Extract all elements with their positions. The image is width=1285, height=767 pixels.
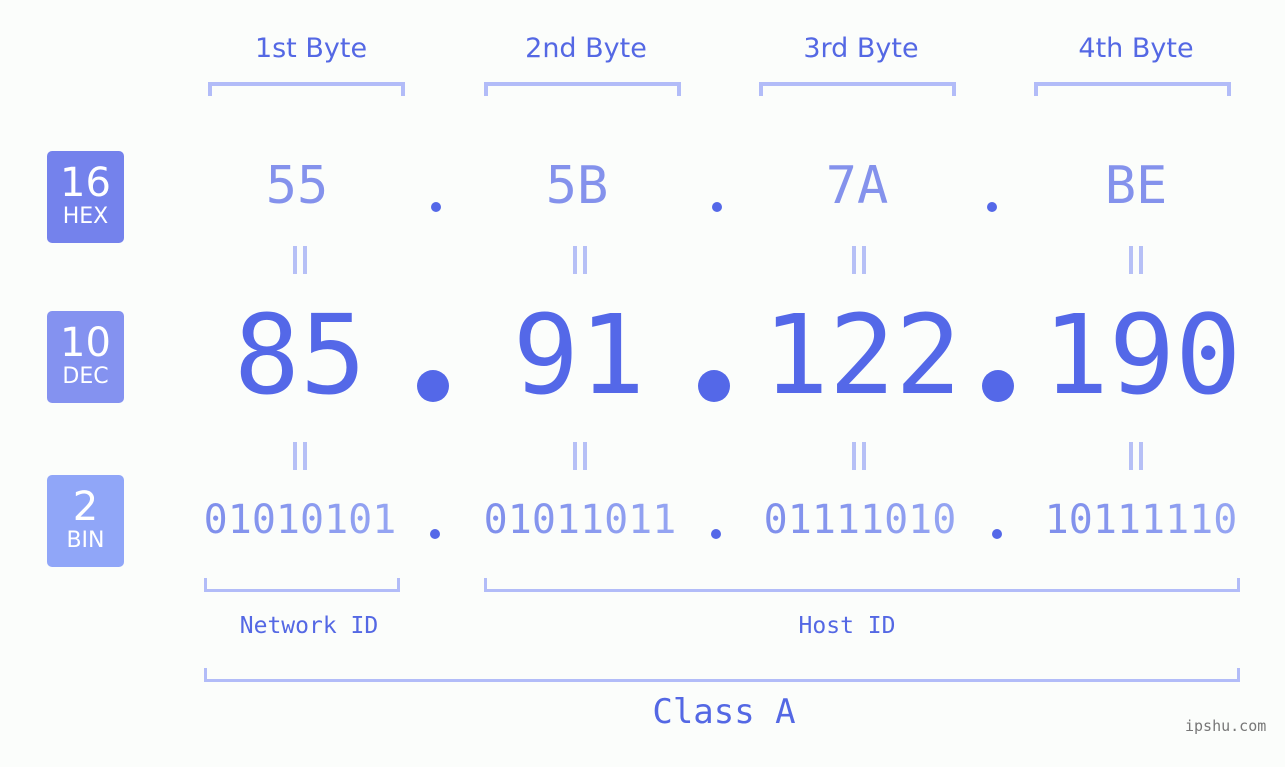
byte-bracket-2 <box>484 82 681 96</box>
bin-dot-3 <box>992 529 1002 539</box>
dec-octet-2: 91 <box>512 291 646 419</box>
class-bracket <box>204 668 1240 682</box>
hex-dot-3 <box>987 202 997 212</box>
bin-badge: 2 BIN <box>47 475 124 567</box>
dec-octet-3: 122 <box>762 291 962 419</box>
host-id-label: Host ID <box>798 613 896 639</box>
bin-badge-number: 2 <box>72 484 99 530</box>
byte-label-3: 3rd Byte <box>803 33 919 64</box>
equals-icon <box>849 246 869 274</box>
class-label: Class A <box>652 692 796 732</box>
equals-icon <box>849 442 869 470</box>
equals-icon <box>1126 246 1146 274</box>
equals-icon <box>290 246 310 274</box>
dec-badge-number: 10 <box>60 320 111 366</box>
equals-icon <box>290 442 310 470</box>
network-id-label: Network ID <box>239 613 379 639</box>
bin-octet-1: 01010101 <box>160 497 440 543</box>
hex-octet-4: BE <box>1104 156 1168 216</box>
equals-icon <box>570 442 590 470</box>
hex-badge-number: 16 <box>60 160 111 206</box>
hex-dot-1 <box>431 202 441 212</box>
bin-octet-3: 01111010 <box>720 497 1000 543</box>
byte-label-1: 1st Byte <box>254 33 368 64</box>
byte-bracket-1 <box>208 82 405 96</box>
hex-badge: 16 HEX <box>47 151 124 243</box>
hex-badge-label: HEX <box>62 204 109 229</box>
dec-octet-1: 85 <box>233 291 367 419</box>
dec-dot-3 <box>982 370 1014 402</box>
dec-dot-1 <box>417 370 449 402</box>
equals-icon <box>570 246 590 274</box>
hex-dot-2 <box>712 202 722 212</box>
equals-icon <box>1126 442 1146 470</box>
dec-badge-label: DEC <box>62 364 109 389</box>
hex-octet-1: 55 <box>265 156 329 216</box>
byte-bracket-4 <box>1034 82 1231 96</box>
hex-octet-2: 5B <box>545 156 609 216</box>
host-id-bracket <box>484 578 1240 592</box>
byte-bracket-3 <box>759 82 956 96</box>
byte-label-4: 4th Byte <box>1078 33 1194 64</box>
dec-octet-4: 190 <box>1042 291 1242 419</box>
hex-octet-3: 7A <box>825 156 889 216</box>
byte-label-2: 2nd Byte <box>525 33 647 64</box>
bin-dot-1 <box>430 529 440 539</box>
bin-dot-2 <box>711 529 721 539</box>
network-id-bracket <box>204 578 400 592</box>
site-watermark: ipshu.com <box>1185 717 1267 735</box>
dec-badge: 10 DEC <box>47 311 124 403</box>
bin-octet-4: 10111110 <box>1001 497 1281 543</box>
bin-badge-label: BIN <box>66 528 105 553</box>
dec-dot-2 <box>698 370 730 402</box>
bin-octet-2: 01011011 <box>440 497 720 543</box>
